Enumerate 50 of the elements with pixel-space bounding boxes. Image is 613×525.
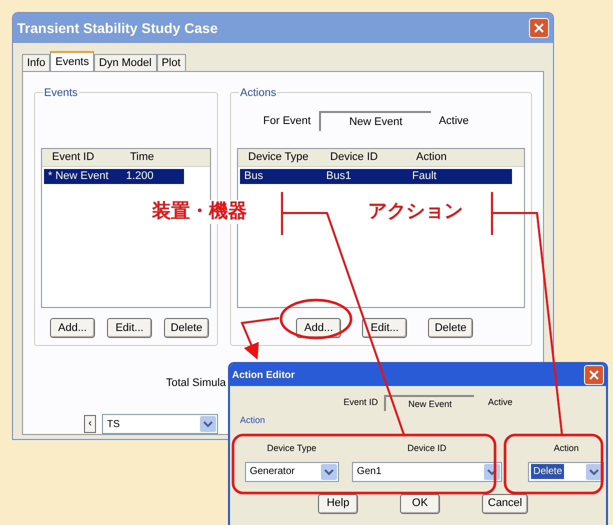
list-row[interactable]: Bus Bus1 Fault xyxy=(240,169,512,184)
field-label: Device Type xyxy=(267,442,316,455)
window-title: Action Editor xyxy=(232,368,295,382)
column-header[interactable]: Action xyxy=(406,149,506,166)
list-cell-text: * New Event xyxy=(47,169,110,184)
field-label: Device ID xyxy=(407,442,446,455)
status-label: Active xyxy=(488,396,513,410)
dropdown[interactable]: Gen1 xyxy=(352,462,502,482)
list-row[interactable]: * New Event 1.200 xyxy=(44,169,184,184)
list-cell-text: 1.200 xyxy=(125,169,155,184)
tab[interactable]: Plot xyxy=(156,54,186,71)
dialog-button[interactable]: Edit... xyxy=(362,318,408,338)
column-header[interactable]: Time xyxy=(120,149,180,166)
close-icon[interactable] xyxy=(529,18,549,38)
tab[interactable]: Events xyxy=(50,51,94,71)
list-cell-text: Fault xyxy=(411,169,438,184)
dropdown[interactable]: TS xyxy=(102,414,218,434)
field-label: Action xyxy=(554,442,579,455)
field-label: Total Simula xyxy=(166,377,226,389)
event-field: New Event xyxy=(318,111,431,131)
column-header[interactable]: Device ID xyxy=(320,149,406,166)
dropdown[interactable]: Delete xyxy=(528,462,604,482)
field-label: For Event xyxy=(263,114,311,129)
dialog-button[interactable]: OK xyxy=(400,494,440,514)
close-icon[interactable] xyxy=(584,365,604,385)
dialog-button[interactable]: Help xyxy=(318,494,358,514)
dialog-button[interactable]: Delete xyxy=(428,318,474,338)
chevron-down-icon[interactable] xyxy=(200,416,216,432)
column-header[interactable]: Event ID xyxy=(42,149,120,166)
chevron-down-icon[interactable] xyxy=(586,464,602,480)
window-title: Transient Stability Study Case xyxy=(17,18,218,38)
chevron-down-icon[interactable] xyxy=(320,464,337,480)
field-label: Event ID xyxy=(343,396,378,410)
dialog-button[interactable]: Edit... xyxy=(107,318,152,338)
tab[interactable]: Dyn Model xyxy=(94,54,157,71)
list-cell-text: Bus xyxy=(243,169,264,184)
dialog-button[interactable]: Cancel xyxy=(482,494,528,514)
dropdown[interactable]: Generator xyxy=(244,462,339,482)
group-title: Action xyxy=(240,415,266,425)
dialog-button[interactable]: Add... xyxy=(296,318,342,338)
nav-button[interactable]: ‹ xyxy=(84,415,96,433)
list-cell-text: Bus1 xyxy=(325,169,352,184)
dialog-button[interactable]: Delete xyxy=(164,318,209,338)
annotation-label: 装置・機器 xyxy=(150,200,249,224)
event-field: New Event xyxy=(384,395,474,411)
pointer-arrow xyxy=(240,317,280,360)
status-label: Active xyxy=(438,114,469,129)
column-header[interactable]: Device Type xyxy=(238,149,320,166)
dialog-button[interactable]: Add... xyxy=(50,318,95,338)
tab[interactable]: Info xyxy=(22,54,50,71)
